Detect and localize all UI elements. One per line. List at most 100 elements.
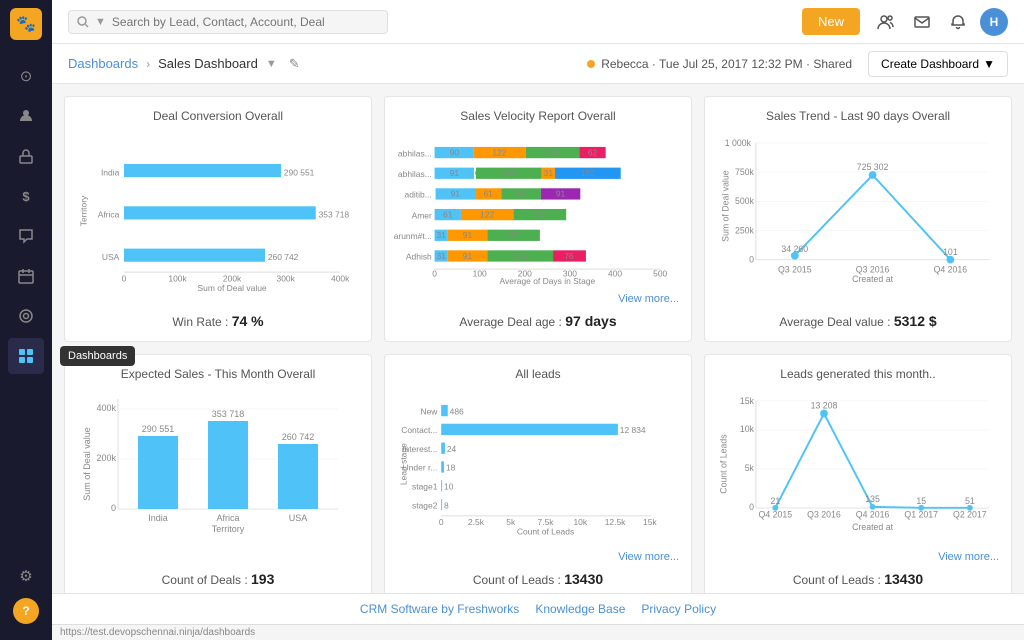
svg-text:Average of Days in Stage: Average of Days in Stage bbox=[500, 276, 596, 286]
svg-text:91: 91 bbox=[450, 168, 460, 178]
svg-text:90: 90 bbox=[450, 147, 460, 157]
create-dashboard-button[interactable]: Create Dashboard ▼ bbox=[868, 51, 1008, 77]
chart-all-leads-footer: Count of Leads : 13430 bbox=[397, 571, 679, 587]
main-content: ▼ New H Dashboards › Sales Dashboard ▼ ✎ bbox=[52, 0, 1024, 640]
chart-sales-velocity-title: Sales Velocity Report Overall bbox=[397, 109, 679, 123]
svg-text:100k: 100k bbox=[168, 274, 187, 284]
svg-text:5k: 5k bbox=[506, 517, 516, 527]
svg-text:1 000k: 1 000k bbox=[725, 138, 752, 148]
sidebar-item-settings[interactable]: ⚙ bbox=[8, 558, 44, 594]
chart-sales-velocity: Sales Velocity Report Overall abhilas...… bbox=[384, 96, 692, 342]
chart-sales-trend-title: Sales Trend - Last 90 days Overall bbox=[717, 109, 999, 123]
svg-text:61: 61 bbox=[483, 189, 493, 199]
svg-text:61: 61 bbox=[443, 209, 453, 219]
svg-text:34 260: 34 260 bbox=[781, 244, 808, 254]
svg-text:290 551: 290 551 bbox=[284, 167, 315, 177]
svg-text:Territory: Territory bbox=[78, 195, 88, 226]
chart-expected-sales-title: Expected Sales - This Month Overall bbox=[77, 367, 359, 381]
svg-text:92: 92 bbox=[516, 189, 526, 199]
svg-text:353 718: 353 718 bbox=[319, 210, 350, 220]
svg-text:122: 122 bbox=[533, 209, 547, 219]
sidebar-item-accounts[interactable] bbox=[8, 138, 44, 174]
chart-deal-conversion-footer: Win Rate : 74 % bbox=[77, 313, 359, 329]
svg-text:Sum of Deal value: Sum of Deal value bbox=[721, 170, 731, 242]
page-footer: CRM Software by Freshworks Knowledge Bas… bbox=[52, 593, 1024, 624]
svg-text:100: 100 bbox=[473, 269, 487, 279]
svg-text:Q4 2016: Q4 2016 bbox=[856, 510, 890, 520]
chart-all-leads-title: All leads bbox=[397, 367, 679, 381]
svg-text:15k: 15k bbox=[643, 517, 657, 527]
svg-text:21: 21 bbox=[770, 496, 780, 506]
svg-text:290 551: 290 551 bbox=[142, 424, 175, 434]
topbar: ▼ New H bbox=[52, 0, 1024, 44]
user-avatar[interactable]: H bbox=[980, 8, 1008, 36]
svg-text:400k: 400k bbox=[331, 274, 350, 284]
app-logo[interactable]: 🐾 bbox=[10, 8, 42, 40]
leads-generated-view-more[interactable]: View more... bbox=[717, 551, 999, 563]
svg-text:76: 76 bbox=[564, 251, 574, 261]
svg-text:Under r...: Under r... bbox=[403, 463, 438, 473]
breadcrumb-user: Rebecca · Tue Jul 25, 2017 12:32 PM · Sh… bbox=[587, 57, 852, 71]
new-button[interactable]: New bbox=[802, 8, 860, 35]
footer-crm-link[interactable]: CRM Software by Freshworks bbox=[360, 602, 519, 616]
svg-text:400: 400 bbox=[608, 269, 622, 279]
breadcrumb-dashboards[interactable]: Dashboards bbox=[68, 56, 138, 71]
svg-text:Q3 2015: Q3 2015 bbox=[778, 264, 812, 274]
chart-expected-sales: Expected Sales - This Month Overall Sum … bbox=[64, 354, 372, 593]
sidebar: 🐾 ⊙ $ Dashboards ⚙ ? bbox=[0, 0, 52, 640]
breadcrumb-separator: › bbox=[146, 57, 150, 71]
sales-velocity-view-more[interactable]: View more... bbox=[397, 293, 679, 305]
chart-all-leads: All leads Lead stage New 486 Contact... … bbox=[384, 354, 692, 593]
chart-sales-trend: Sales Trend - Last 90 days Overall Sum o… bbox=[704, 96, 1012, 342]
svg-text:10: 10 bbox=[444, 482, 454, 492]
team-icon[interactable] bbox=[872, 8, 900, 36]
edit-dashboard-icon[interactable]: ✎ bbox=[289, 56, 300, 72]
sidebar-item-chat[interactable] bbox=[8, 218, 44, 254]
sidebar-item-reports[interactable] bbox=[8, 298, 44, 334]
sidebar-item-calendar[interactable] bbox=[8, 258, 44, 294]
footer-knowledge-base[interactable]: Knowledge Base bbox=[535, 602, 625, 616]
svg-text:Q4 2016: Q4 2016 bbox=[934, 264, 968, 274]
svg-text:51: 51 bbox=[965, 496, 975, 506]
svg-text:500k: 500k bbox=[735, 196, 755, 206]
svg-text:Africa: Africa bbox=[216, 513, 239, 523]
svg-text:18: 18 bbox=[446, 463, 456, 473]
chart-expected-sales-area: Sum of Deal value 0 200k 400k 290 551 bbox=[77, 389, 359, 563]
svg-text:Interest...: Interest... bbox=[402, 444, 437, 454]
chart-deal-conversion: Deal Conversion Overall Territory India … bbox=[64, 96, 372, 342]
sidebar-item-help[interactable]: ? bbox=[13, 598, 39, 624]
svg-text:123: 123 bbox=[545, 147, 559, 157]
svg-text:USA: USA bbox=[289, 513, 308, 523]
chart-sales-velocity-footer: Average Deal age : 97 days bbox=[397, 313, 679, 329]
svg-text:24: 24 bbox=[447, 444, 457, 454]
svg-text:2.5k: 2.5k bbox=[468, 517, 485, 527]
search-bar[interactable]: ▼ bbox=[68, 10, 388, 34]
sidebar-item-contacts[interactable] bbox=[8, 98, 44, 134]
svg-text:stage2: stage2 bbox=[412, 500, 438, 510]
svg-text:Sum of Deal value: Sum of Deal value bbox=[198, 283, 267, 293]
footer-privacy-policy[interactable]: Privacy Policy bbox=[641, 602, 716, 616]
svg-text:122: 122 bbox=[492, 147, 506, 157]
sidebar-item-dashboards[interactable]: Dashboards bbox=[8, 338, 44, 374]
svg-text:153: 153 bbox=[502, 168, 516, 178]
svg-text:0: 0 bbox=[122, 274, 127, 284]
svg-text:91: 91 bbox=[463, 251, 473, 261]
svg-text:5k: 5k bbox=[745, 463, 755, 473]
svg-text:Contact...: Contact... bbox=[401, 425, 437, 435]
status-bar: https://test.devopschennai.ninja/dashboa… bbox=[52, 624, 1024, 640]
sidebar-item-deals[interactable]: $ bbox=[8, 178, 44, 214]
sidebar-item-home[interactable]: ⊙ bbox=[8, 58, 44, 94]
svg-text:Count of Leads: Count of Leads bbox=[719, 434, 729, 494]
bell-icon[interactable] bbox=[944, 8, 972, 36]
svg-text:Q3 2016: Q3 2016 bbox=[807, 510, 841, 520]
chart-sales-trend-footer: Average Deal value : 5312 $ bbox=[717, 313, 999, 329]
svg-text:152: 152 bbox=[581, 168, 595, 178]
svg-text:0: 0 bbox=[111, 503, 116, 513]
search-input[interactable] bbox=[112, 15, 379, 29]
user-status-dot bbox=[587, 60, 595, 68]
svg-text:aditib...: aditib... bbox=[405, 190, 432, 200]
mail-icon[interactable] bbox=[908, 8, 936, 36]
all-leads-view-more[interactable]: View more... bbox=[397, 551, 679, 563]
svg-text:260 742: 260 742 bbox=[282, 432, 315, 442]
svg-text:31: 31 bbox=[544, 168, 554, 178]
